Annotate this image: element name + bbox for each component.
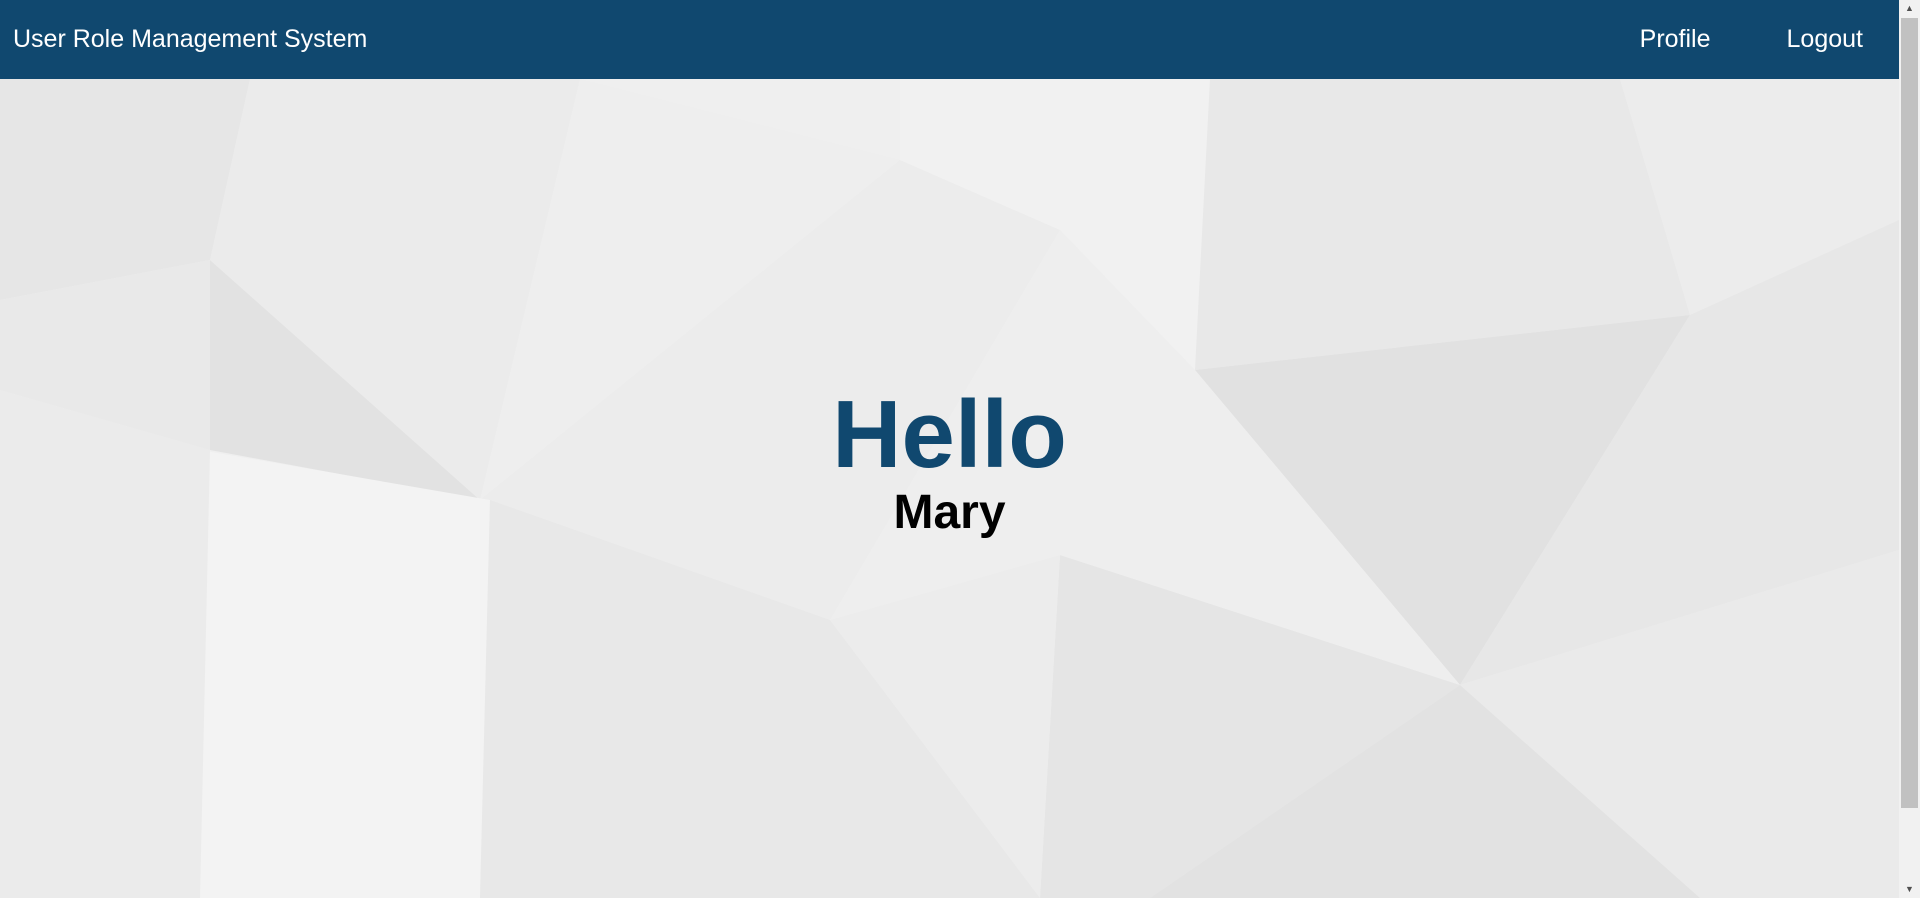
page: User Role Management System Profile Logo… [0,0,1920,898]
user-name-heading: Mary [893,486,1006,539]
nav-links: Profile Logout [1564,0,1863,79]
scrollbar-thumb[interactable] [1901,18,1918,808]
top-navbar: User Role Management System Profile Logo… [0,0,1899,79]
brand-link[interactable]: User Role Management System [13,0,367,79]
profile-link[interactable]: Profile [1640,25,1711,54]
triangle-down-icon[interactable]: ▼ [1899,881,1920,898]
vertical-scrollbar[interactable]: ▲ ▼ [1899,0,1920,898]
welcome-section: Hello Mary [0,385,1899,541]
logout-link[interactable]: Logout [1787,25,1863,54]
triangle-up-icon[interactable]: ▲ [1899,0,1920,17]
greeting-heading: Hello [832,381,1067,488]
